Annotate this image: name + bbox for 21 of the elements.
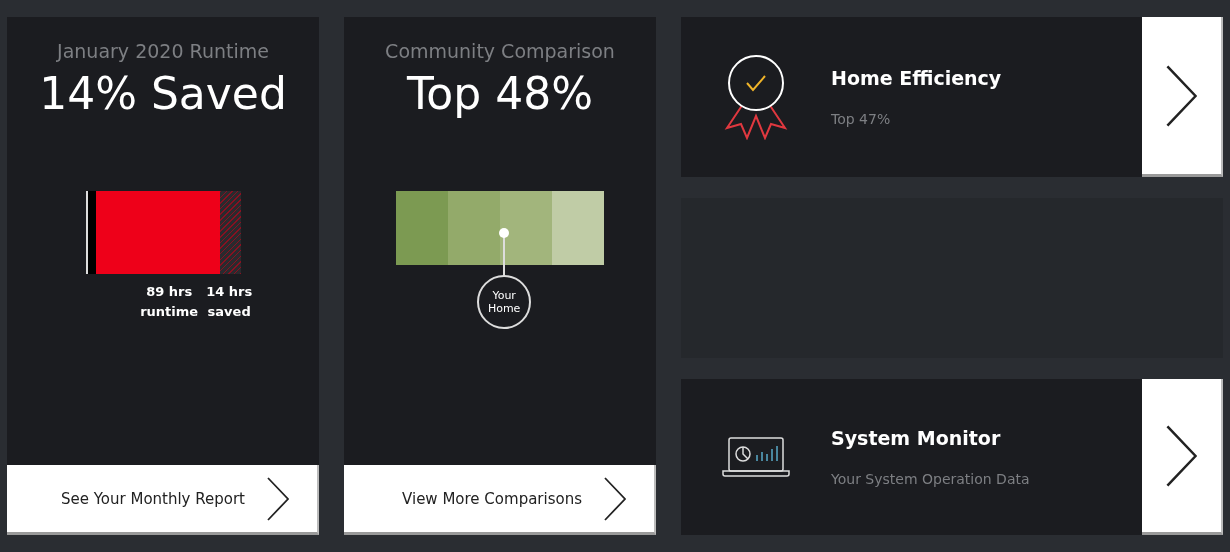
tile-title: Home Efficiency [831,67,1003,89]
home-marker [499,228,510,238]
open-tile-button[interactable] [1142,17,1223,177]
chevron-right-icon [1166,64,1197,127]
chevron-right-icon [604,476,626,521]
chevron-right-icon [1166,424,1197,487]
tile-subtitle: Your System Operation Data [831,471,1031,487]
comparisons-button[interactable]: View More Comparisons [344,465,656,535]
saved-label: 14 hrs saved [206,283,253,321]
chevron-right-icon [267,476,289,521]
your-home-label: Your Home [477,275,532,329]
tile-subtitle: Top 47% [831,111,892,127]
tile-title: System Monitor [831,427,1002,449]
savings-value: 14% Saved [39,68,287,119]
laptop-chart-icon [722,437,790,477]
rank-value: Top 48% [406,68,593,119]
card-title: Community Comparison [385,40,615,62]
monthly-report-button[interactable]: See Your Monthly Report [7,465,319,535]
card-title: January 2020 Runtime [57,40,269,62]
open-tile-button[interactable] [1142,379,1223,535]
runtime-label: 89 hrs runtime [140,283,199,321]
